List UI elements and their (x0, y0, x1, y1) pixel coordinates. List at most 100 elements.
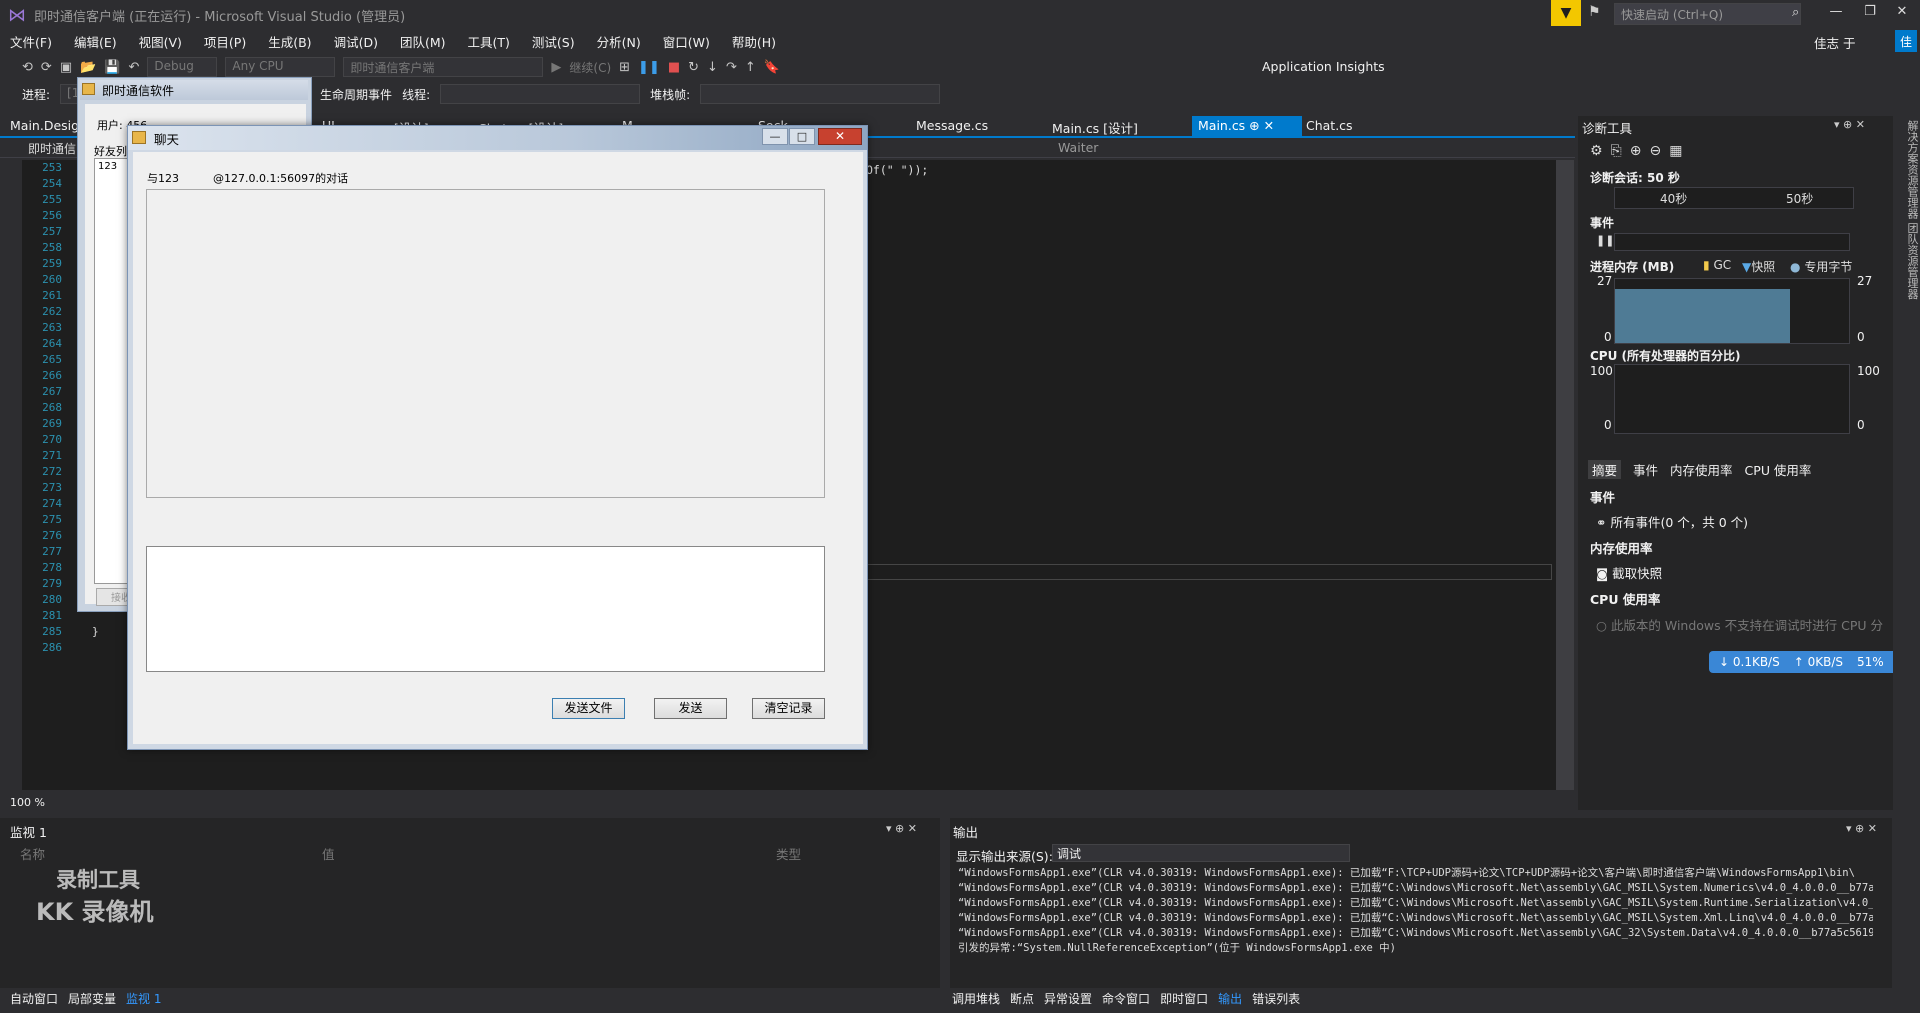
events-track (1614, 233, 1850, 251)
tab-summary[interactable]: 摘要 (1588, 459, 1622, 479)
chat-title-bar[interactable]: 聊天 (128, 126, 867, 150)
tab-call-stack[interactable]: 调用堆栈 (952, 990, 1000, 1007)
menu-analyze[interactable]: 分析(N) (597, 32, 641, 51)
im-main-window-title[interactable]: 即时通信软件 (80, 80, 308, 100)
line-number: 269 (42, 417, 62, 430)
all-events-link[interactable]: ⚭ 所有事件(0 个，共 0 个) (1596, 512, 1748, 531)
application-insights-button[interactable]: Application Insights (1262, 59, 1385, 74)
editor-scrollbar[interactable] (1556, 160, 1574, 790)
tab-breakpoints[interactable]: 断点 (1010, 990, 1034, 1007)
friend-item[interactable]: 123 (98, 161, 117, 172)
bookmark-icon[interactable]: 🔖 (764, 60, 780, 75)
clear-history-button[interactable]: 清空记录 (752, 698, 825, 719)
chat-close-button[interactable]: ✕ (818, 128, 862, 145)
tab-autos[interactable]: 自动窗口 (10, 990, 58, 1007)
menu-file[interactable]: 文件(F) (10, 32, 52, 51)
tab-error-list[interactable]: 错误列表 (1252, 990, 1300, 1007)
step-into-icon[interactable]: ↓ (707, 60, 718, 75)
output-line: 引发的异常:“System.NullReferenceException”(位于… (958, 942, 1397, 954)
close-icon[interactable]: ✕ (1888, 4, 1916, 19)
tab-events[interactable]: 事件 (1633, 460, 1658, 479)
side-panel-tabs[interactable]: 解决方案资源管理器 团队资源管理器 (1893, 116, 1920, 806)
continue-label[interactable]: 继续(C) (569, 59, 611, 76)
current-line-highlight (866, 564, 1552, 580)
message-history[interactable] (146, 189, 825, 498)
menu-view[interactable]: 视图(V) (139, 32, 182, 51)
panel-controls-icon[interactable]: ▾ ⊕ ✕ (1846, 822, 1877, 835)
feedback-filter-icon[interactable]: ▼ (1551, 0, 1581, 26)
nav-project[interactable]: 即时通信 (28, 140, 76, 157)
pause-icon[interactable]: ❚❚ (638, 60, 660, 75)
watch-col-type[interactable]: 类型 (776, 844, 801, 863)
cpu-chart[interactable] (1614, 364, 1850, 434)
pause-icon[interactable]: ❚❚ (1596, 234, 1614, 247)
tab-cpu[interactable]: CPU 使用率 (1745, 460, 1812, 479)
tab-watch1[interactable]: 监视 1 (126, 990, 161, 1007)
step-over-icon[interactable]: ↷ (726, 60, 737, 75)
thread-select[interactable] (440, 84, 641, 104)
search-icon[interactable]: ⌕ (1792, 5, 1799, 20)
menu-edit[interactable]: 编辑(E) (74, 32, 117, 51)
undo-icon[interactable]: ↶ (128, 60, 139, 75)
menu-project[interactable]: 项目(P) (204, 32, 246, 51)
configuration-select[interactable]: Debug (147, 57, 218, 77)
tab-locals[interactable]: 局部变量 (68, 990, 116, 1007)
tab-message[interactable]: Message.cs (910, 116, 994, 136)
menu-test[interactable]: 测试(S) (532, 32, 575, 51)
restore-icon[interactable]: ❐ (1856, 4, 1884, 19)
menu-team[interactable]: 团队(M) (400, 32, 446, 51)
take-snapshot-button[interactable]: ◙ 截取快照 (1596, 563, 1662, 582)
browser-icon[interactable]: ⊞ (619, 60, 630, 75)
nav-member-select[interactable]: Waiter (1058, 140, 1098, 155)
output-log[interactable]: “WindowsFormsApp1.exe”(CLR v4.0.30319: W… (958, 866, 1873, 956)
notification-icon[interactable]: ⚑ (1588, 4, 1601, 20)
restart-icon[interactable]: ↻ (688, 60, 699, 75)
chat-maximize-button[interactable]: □ (789, 128, 815, 145)
watch-col-name[interactable]: 名称 (20, 844, 45, 863)
continue-icon[interactable]: ▶ (551, 60, 561, 75)
panel-controls-icon[interactable]: ▾ ⊕ ✕ (1834, 118, 1865, 131)
send-file-button[interactable]: 发送文件 (552, 698, 625, 719)
stop-icon[interactable]: ■ (668, 60, 680, 75)
menu-help[interactable]: 帮助(H) (732, 32, 776, 51)
chat-minimize-button[interactable]: — (762, 128, 788, 145)
step-out-icon[interactable]: ↑ (745, 60, 756, 75)
send-button[interactable]: 发送 (654, 698, 727, 719)
minimize-icon[interactable]: — (1822, 4, 1850, 19)
menu-debug[interactable]: 调试(D) (334, 32, 378, 51)
panel-controls-icon[interactable]: ▾ ⊕ ✕ (886, 822, 917, 835)
watch-col-value[interactable]: 值 (322, 844, 335, 863)
lifecycle-events-button[interactable]: 生命周期事件 (320, 86, 392, 103)
forward-icon[interactable]: ⟳ (41, 60, 52, 75)
tab-main-cs[interactable]: Main.cs ⊕ ✕ (1192, 116, 1302, 136)
menu-build[interactable]: 生成(B) (268, 32, 311, 51)
user-avatar[interactable]: 佳 (1895, 30, 1917, 52)
save-icon[interactable]: 💾 (104, 60, 120, 75)
output-source-select[interactable]: 调试 (1052, 844, 1350, 862)
stack-frame-select[interactable] (700, 84, 941, 104)
tab-exception-settings[interactable]: 异常设置 (1044, 990, 1092, 1007)
startup-project-select[interactable]: 即时通信客户端 (343, 57, 544, 77)
tab-chat-cs[interactable]: Chat.cs (1300, 116, 1359, 136)
timeline-ruler[interactable] (1614, 187, 1854, 209)
back-icon[interactable]: ⟲ (22, 60, 33, 75)
message-input[interactable] (146, 546, 825, 672)
tab-memory[interactable]: 内存使用率 (1670, 460, 1733, 479)
zoom-level[interactable]: 100 % (10, 796, 45, 809)
quick-launch-input[interactable]: 快速启动 (Ctrl+Q) (1614, 3, 1801, 25)
tab-command-window[interactable]: 命令窗口 (1102, 990, 1150, 1007)
menu-window[interactable]: 窗口(W) (663, 32, 710, 51)
line-number: 268 (42, 401, 62, 414)
tab-immediate-window[interactable]: 即时窗口 (1160, 990, 1208, 1007)
events-section-title[interactable]: 事件 (1590, 214, 1614, 231)
tab-main-design[interactable]: Main.cs [设计] (1046, 116, 1144, 136)
memory-section-title[interactable]: 进程内存 (MB) (1590, 258, 1674, 275)
tab-output[interactable]: 输出 (1218, 990, 1242, 1007)
cpu-section-title[interactable]: CPU (所有处理器的百分比) (1590, 347, 1741, 364)
user-name[interactable]: 佳志 于 (1814, 33, 1855, 52)
menu-tools[interactable]: 工具(T) (468, 32, 510, 51)
new-project-icon[interactable]: ▣ (60, 60, 72, 75)
platform-select[interactable]: Any CPU (225, 57, 336, 77)
open-folder-icon[interactable]: 📂 (80, 60, 96, 75)
diagnostics-toolbar-icons[interactable]: ⚙⎘⊕⊖▦ (1590, 143, 1690, 159)
